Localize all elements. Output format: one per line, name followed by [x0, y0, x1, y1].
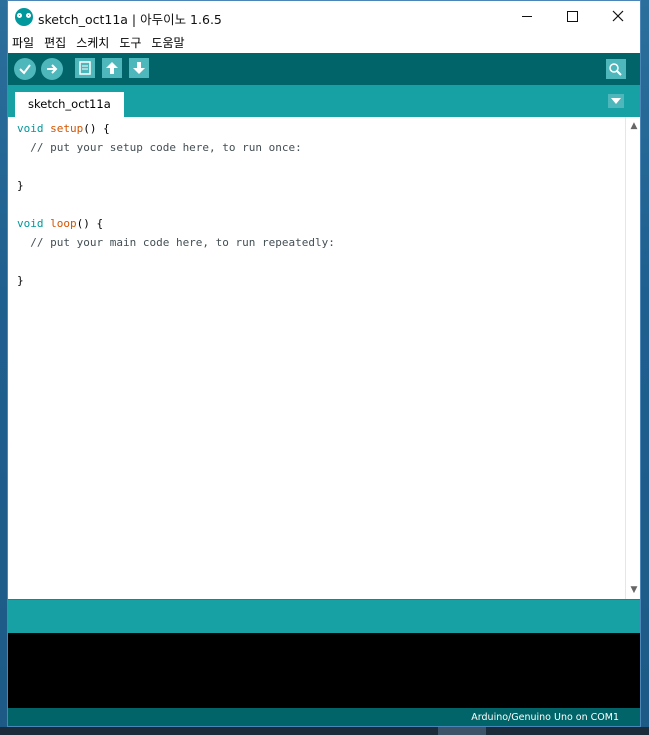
open-button[interactable] [102, 58, 122, 78]
tab-bar: sketch_oct11a [8, 85, 640, 117]
arduino-window: sketch_oct11a | 아두이노 1.6.5 파일 편집 스케치 도구 … [7, 0, 641, 727]
menu-bar: 파일 편집 스케치 도구 도움말 [8, 32, 640, 53]
editor-scrollbar[interactable]: ▲ ▼ [625, 117, 640, 599]
code-line: } [17, 179, 24, 192]
code-text: void setup() { // put your setup code he… [17, 119, 335, 290]
menu-file[interactable]: 파일 [12, 34, 34, 51]
minimize-button[interactable] [504, 1, 550, 31]
chevron-down-icon [611, 98, 621, 104]
code-line: void loop() { [17, 217, 104, 230]
message-area [8, 599, 640, 633]
arrow-down-icon [133, 62, 145, 74]
arduino-logo-icon [15, 8, 33, 26]
code-line: } [17, 274, 24, 287]
save-button[interactable] [129, 58, 149, 78]
scroll-down-arrow-icon[interactable]: ▼ [626, 583, 640, 597]
title-bar[interactable]: sketch_oct11a | 아두이노 1.6.5 [8, 1, 640, 32]
window-title: sketch_oct11a | 아두이노 1.6.5 [38, 12, 222, 27]
arrow-up-icon [106, 62, 118, 74]
maximize-icon [566, 10, 578, 22]
scroll-up-arrow-icon[interactable]: ▲ [626, 119, 640, 133]
code-line: // put your setup code here, to run once… [17, 141, 302, 154]
serial-monitor-button[interactable] [606, 59, 626, 79]
taskbar [0, 727, 649, 735]
status-bar: Arduino/Genuino Uno on COM1 [8, 708, 640, 726]
keyword-token: void [17, 217, 44, 230]
taskbar-active-item[interactable] [438, 727, 486, 735]
board-status: Arduino/Genuino Uno on COM1 [471, 712, 619, 723]
arrow-right-icon [47, 64, 58, 74]
menu-help[interactable]: 도움말 [151, 34, 184, 51]
menu-edit[interactable]: 편집 [44, 34, 66, 51]
close-button[interactable] [595, 1, 640, 31]
menu-tools[interactable]: 도구 [119, 34, 141, 51]
toolbar [8, 53, 640, 85]
tab-menu-button[interactable] [608, 94, 624, 108]
function-name-token: setup [50, 122, 84, 135]
checkmark-icon [19, 64, 31, 75]
menu-sketch[interactable]: 스케치 [76, 34, 109, 51]
magnifier-icon [609, 63, 622, 76]
close-icon [612, 10, 624, 22]
code-editor[interactable]: void setup() { // put your setup code he… [8, 117, 625, 599]
upload-button[interactable] [41, 58, 63, 80]
console-output[interactable] [8, 633, 640, 708]
verify-button[interactable] [14, 58, 36, 80]
maximize-button[interactable] [549, 1, 595, 31]
code-line: void setup() { [17, 122, 110, 135]
code-line: // put your main code here, to run repea… [17, 236, 335, 249]
document-icon [79, 61, 91, 75]
keyword-token: void [17, 122, 44, 135]
tab-sketch[interactable]: sketch_oct11a [15, 92, 124, 117]
new-sketch-button[interactable] [75, 58, 95, 78]
function-name-token: loop [50, 217, 77, 230]
minimize-icon [522, 15, 532, 17]
